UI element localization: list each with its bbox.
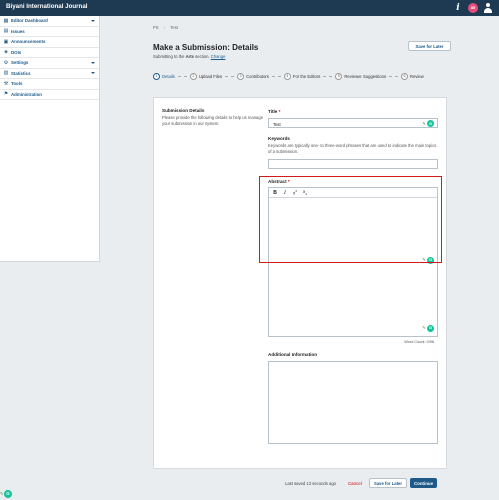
cancel-button[interactable]: Cancel: [348, 481, 362, 486]
additional-information-input[interactable]: [268, 361, 438, 444]
tools-icon: ⚒: [3, 80, 9, 87]
pencil-icon[interactable]: ✎: [0, 491, 3, 496]
breadcrumb-item: Test: [170, 25, 178, 30]
sidebar-item-issues[interactable]: ▤ Issues: [0, 27, 99, 37]
chevron-down-icon[interactable]: [91, 19, 95, 22]
sidebar-item-label: Editor Dashboard: [11, 18, 48, 24]
user-icon[interactable]: [483, 2, 493, 14]
save-for-later-bottom-button[interactable]: Save for Later: [369, 478, 407, 488]
sidebar-item-label: Settings: [11, 60, 29, 66]
topbar-icons: i 85: [453, 2, 493, 14]
step-label: Reviewer Suggestions: [344, 73, 387, 79]
sidebar-item-label: Issues: [11, 28, 25, 34]
app-title[interactable]: Biyani International Journal: [6, 3, 87, 10]
grammarly-icon[interactable]: [427, 120, 434, 127]
page-subtitle: Submitting to the Arts section. Change: [153, 54, 225, 59]
breadcrumb-item[interactable]: PS: [153, 25, 159, 30]
breadcrumb: PS › Test: [153, 25, 178, 30]
grammarly-icon[interactable]: [427, 324, 434, 332]
pencil-icon[interactable]: ✎: [422, 326, 426, 330]
chevron-down-icon[interactable]: [91, 72, 95, 74]
pencil-icon[interactable]: ✎: [422, 121, 426, 126]
sidebar-item-statistics[interactable]: ▥ Statistics: [0, 69, 99, 79]
info-icon[interactable]: i: [453, 2, 463, 14]
title-label-text: Title: [268, 109, 278, 114]
submission-details-card: Submission Details Please provide the fo…: [153, 97, 447, 469]
grammarly-icon[interactable]: [4, 490, 12, 498]
sidebar-item-label: Administration: [11, 91, 42, 97]
step-number: 6: [401, 72, 409, 80]
announcements-icon: ▣: [3, 38, 9, 45]
chevron-down-icon[interactable]: [91, 61, 95, 64]
page-title: Make a Submission: Details: [153, 43, 259, 52]
title-label: Title *: [268, 109, 280, 114]
sidebar-item-label: Tools: [11, 81, 23, 87]
step-connector: [177, 75, 187, 77]
step-connector: [225, 75, 235, 77]
step-label: Details: [162, 73, 175, 79]
required-mark: *: [278, 109, 281, 114]
additional-information-label: Additional Information: [268, 352, 317, 357]
step-label: Review: [410, 73, 424, 79]
subtitle-prefix: Submitting to the: [153, 54, 186, 59]
step-label: Upload Files: [198, 73, 223, 79]
step-number: 1: [153, 72, 160, 80]
sidebar-item-announcements[interactable]: ▣ Announcements: [0, 37, 99, 48]
highlight-box: [259, 176, 442, 263]
title-input[interactable]: Test ✎: [268, 118, 438, 128]
sidebar-item-label: DOIs: [11, 49, 22, 55]
step-connector: [271, 75, 281, 77]
sidebar: ▦ Editor Dashboard ▤ Issues ▣ Announcements ◈ D…: [0, 16, 100, 262]
gear-icon: ⚙: [3, 59, 9, 66]
last-saved-status: Last saved 13 seconds ago: [285, 481, 336, 486]
top-bar: Biyani International Journal i 85: [0, 0, 499, 16]
step-label: For the Editors: [292, 73, 321, 79]
change-section-link[interactable]: Change: [211, 54, 226, 59]
step-contributors[interactable]: 3 Contributors: [237, 72, 269, 80]
breadcrumb-separator: ›: [163, 25, 166, 30]
word-count: Word Count: 0/98: [404, 340, 434, 344]
sidebar-item-tools[interactable]: ⚒ Tools: [0, 79, 99, 90]
sidebar-item-dois[interactable]: ◈ DOIs: [0, 48, 99, 58]
keywords-input[interactable]: [268, 159, 438, 169]
statistics-icon: ▥: [3, 70, 9, 77]
submission-steps: 1 Details 2 Upload Files 3 Contributors 4 For t…: [153, 70, 446, 82]
save-for-later-button[interactable]: Save for Later: [408, 41, 451, 51]
step-upload-files[interactable]: 2 Upload Files: [189, 72, 223, 80]
section-description: Please provide the following details to …: [162, 115, 264, 126]
keywords-description: Keywords are typically one- to three-wor…: [268, 143, 437, 154]
step-label: Contributors: [246, 73, 269, 79]
subtitle-section: Arts: [185, 54, 194, 59]
step-connector: [323, 75, 333, 77]
step-reviewer-suggestions[interactable]: 5 Reviewer Suggestions: [335, 72, 387, 80]
step-for-the-editors[interactable]: 4 For the Editors: [283, 72, 321, 80]
step-number: 2: [189, 72, 197, 80]
sidebar-item-settings[interactable]: ⚙ Settings: [0, 58, 99, 69]
step-review[interactable]: 6 Review: [401, 72, 424, 80]
sidebar-item-editor-dashboard[interactable]: ▦ Editor Dashboard: [0, 16, 99, 27]
dashboard-icon: ▦: [3, 17, 9, 24]
issues-icon: ▤: [3, 28, 9, 35]
notifications-icon[interactable]: 85: [468, 3, 478, 13]
section-title: Submission Details: [162, 108, 205, 113]
doi-icon: ◈: [4, 49, 8, 56]
administration-icon: ⚑: [3, 91, 9, 98]
subtitle-suffix: section.: [193, 54, 211, 59]
step-number: 4: [283, 72, 291, 80]
sidebar-item-label: Announcements: [11, 39, 46, 45]
continue-button[interactable]: Continue: [410, 478, 437, 488]
step-number: 3: [237, 72, 245, 80]
step-details[interactable]: 1 Details: [153, 72, 175, 80]
step-connector: [389, 75, 399, 77]
keywords-label: Keywords: [268, 136, 290, 141]
sidebar-item-label: Statistics: [11, 70, 31, 76]
sidebar-item-administration[interactable]: ⚑ Administration: [0, 90, 99, 100]
title-value: Test: [273, 122, 281, 127]
step-number: 5: [335, 72, 343, 80]
